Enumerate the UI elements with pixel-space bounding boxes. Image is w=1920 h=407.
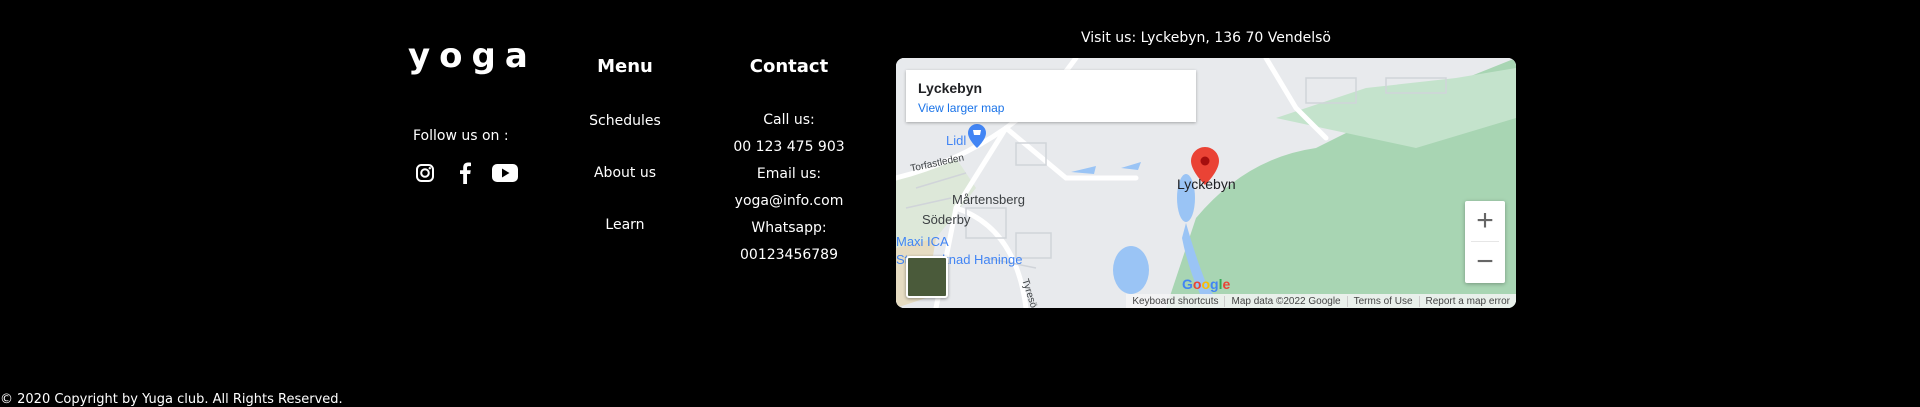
google-letter: g (1210, 276, 1219, 292)
shopping-pin-icon[interactable] (968, 124, 986, 148)
menu-item-schedules[interactable]: Schedules (560, 113, 690, 129)
whatsapp-label: Whatsapp: (751, 220, 827, 236)
map-label-soderby: Söderby (922, 212, 971, 227)
map-data-credit: Map data ©2022 Google (1224, 295, 1346, 307)
youtube-icon[interactable] (492, 160, 518, 186)
keyboard-shortcuts-link[interactable]: Keyboard shortcuts (1126, 296, 1224, 307)
menu-item-learn[interactable]: Learn (560, 217, 690, 233)
phone-number: 00 123 475 903 (733, 139, 845, 155)
terms-of-use-link[interactable]: Terms of Use (1346, 295, 1419, 307)
map-label-lyckebyn: Lyckebyn (1177, 176, 1236, 192)
instagram-icon[interactable] (412, 160, 438, 186)
contact-column: Contact Call us: 00 123 475 903 Email us… (723, 56, 855, 269)
copyright-text: © 2020 Copyright by Yuga club. All Right… (0, 392, 343, 407)
google-logo: Google (1182, 276, 1230, 292)
report-map-error-link[interactable]: Report a map error (1418, 295, 1516, 307)
map-attribution-bar: Keyboard shortcuts Map data ©2022 Google… (1126, 294, 1516, 308)
contact-heading: Contact (749, 56, 829, 77)
zoom-out-button[interactable]: − (1465, 242, 1505, 282)
facebook-icon[interactable] (452, 160, 478, 186)
brand-logo: yoga (408, 36, 537, 76)
zoom-controls: + − (1465, 201, 1505, 283)
map-label-martensberg: Mårtensberg (952, 192, 1025, 207)
map-label-maxi-ica: Maxi ICA (896, 234, 949, 249)
zoom-in-button[interactable]: + (1465, 201, 1505, 241)
satellite-toggle[interactable] (906, 256, 948, 298)
visit-address: Visit us: Lyckebyn, 136 70 Vendelsö (1081, 30, 1331, 46)
menu-item-about-us[interactable]: About us (560, 165, 690, 181)
map-label-lidl: Lidl (946, 133, 967, 148)
place-title: Lyckebyn (918, 80, 983, 96)
menu-heading: Menu (597, 56, 653, 77)
place-info-card: Lyckebyn View larger map (906, 70, 1196, 122)
menu-column: Menu Schedules About us Learn (560, 56, 690, 269)
email-label: Email us: (756, 166, 822, 182)
google-letter: o (1201, 276, 1211, 292)
whatsapp-number: 00123456789 (740, 247, 838, 263)
email-address: yoga@info.com (734, 193, 844, 209)
view-larger-map-link[interactable]: View larger map (918, 101, 1004, 115)
embedded-map[interactable]: Torfastleden Mårtensberg Söderby Maxi IC… (896, 58, 1516, 308)
follow-us-label: Follow us on : (413, 128, 509, 144)
google-letter: e (1222, 276, 1231, 292)
social-links (412, 160, 518, 186)
call-label: Call us: (763, 112, 815, 128)
google-letter: G (1182, 276, 1193, 292)
